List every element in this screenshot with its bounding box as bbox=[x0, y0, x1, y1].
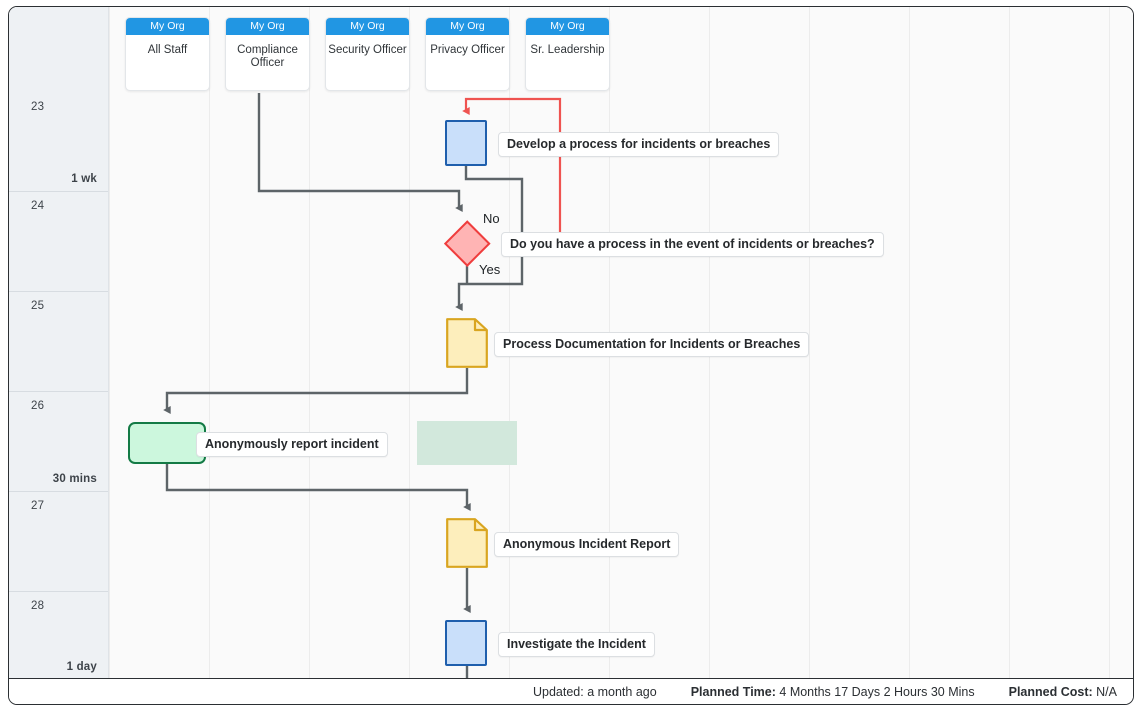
node-label-anon-report[interactable]: Anonymously report incident bbox=[196, 432, 388, 457]
node-label-anon-incident-rep[interactable]: Anonymous Incident Report bbox=[494, 532, 680, 557]
diagram-canvas[interactable]: 23 1 wk 24 25 26 30 mins 27 28 1 day My Org All S… bbox=[9, 7, 1133, 680]
gutter-row-number: 28 bbox=[31, 600, 45, 612]
flow-node-anon-incident-rep[interactable] bbox=[446, 518, 488, 568]
gutter-duration-label: 1 wk bbox=[71, 173, 97, 185]
planned-time-label: Planned Time: bbox=[690, 684, 776, 699]
time-gutter: 23 1 wk 24 25 26 30 mins 27 28 1 day bbox=[9, 7, 109, 680]
lane-header-card[interactable]: My Org All Staff bbox=[125, 17, 210, 91]
highlight-bar bbox=[417, 421, 517, 465]
lane-org-label: My Org bbox=[326, 18, 409, 35]
lane-role-label: All Staff bbox=[147, 44, 188, 56]
column-gridline bbox=[909, 7, 910, 680]
gutter-row-number: 27 bbox=[31, 500, 45, 512]
lane-org-label: My Org bbox=[526, 18, 609, 35]
updated-status: Updated: a month ago bbox=[533, 685, 657, 699]
column-gridline bbox=[409, 7, 410, 680]
diagram-frame: 23 1 wk 24 25 26 30 mins 27 28 1 day My Org All S… bbox=[8, 6, 1134, 705]
lane-org-label: My Org bbox=[126, 18, 209, 35]
node-label-investigate[interactable]: Investigate the Incident bbox=[498, 632, 655, 657]
process-flow-app: 23 1 wk 24 25 26 30 mins 27 28 1 day My Org All S… bbox=[0, 0, 1142, 713]
gutter-row: 26 30 mins bbox=[9, 392, 108, 492]
gutter-row: 27 bbox=[9, 492, 108, 592]
lane-role-label: Sr. Leadership bbox=[530, 44, 605, 56]
gutter-duration-label: 1 day bbox=[66, 661, 97, 673]
planned-time-status: Planned Time: 4 Months 17 Days 2 Hours 3… bbox=[691, 685, 975, 699]
lane-header-card[interactable]: My Org Privacy Officer bbox=[425, 17, 510, 91]
gutter-row-number: 23 bbox=[31, 101, 45, 113]
gutter-row: 28 1 day bbox=[9, 592, 108, 680]
gutter-row-number: 26 bbox=[31, 400, 45, 412]
planned-cost-value: N/A bbox=[1096, 684, 1117, 699]
lane-org-label: My Org bbox=[426, 18, 509, 35]
document-shape-icon bbox=[446, 318, 488, 368]
branch-label-yes: Yes bbox=[479, 262, 501, 277]
branch-label-no: No bbox=[483, 211, 500, 226]
column-gridline bbox=[109, 7, 110, 680]
status-bar: Updated: a month ago Planned Time: 4 Mon… bbox=[9, 678, 1133, 704]
planned-cost-label: Planned Cost: bbox=[1008, 684, 1093, 699]
column-gridline bbox=[809, 7, 810, 680]
column-gridline bbox=[1109, 7, 1110, 680]
node-label-develop-process[interactable]: Develop a process for incidents or breac… bbox=[498, 132, 780, 157]
flow-node-develop-process[interactable] bbox=[445, 120, 487, 166]
lane-header-card[interactable]: My Org Compliance Officer bbox=[225, 17, 310, 91]
gutter-row: 23 1 wk bbox=[9, 93, 108, 192]
flow-node-anon-report[interactable] bbox=[128, 422, 206, 464]
gutter-row-number: 25 bbox=[31, 300, 45, 312]
planned-time-value: 4 Months 17 Days 2 Hours 30 Mins bbox=[779, 684, 975, 699]
node-label-decision-process[interactable]: Do you have a process in the event of in… bbox=[501, 232, 884, 257]
column-gridline bbox=[209, 7, 210, 680]
decision-diamond-icon bbox=[444, 220, 490, 266]
updated-value: a month ago bbox=[587, 684, 657, 699]
gutter-row-number: 24 bbox=[31, 200, 45, 212]
lane-role-label: Privacy Officer bbox=[430, 44, 505, 56]
flow-node-process-doc[interactable] bbox=[446, 318, 488, 368]
gutter-duration-label: 30 mins bbox=[52, 473, 97, 485]
lane-role-label: Security Officer bbox=[328, 44, 407, 56]
lane-org-label: My Org bbox=[226, 18, 309, 35]
updated-label: Updated: bbox=[532, 684, 584, 699]
flow-node-investigate[interactable] bbox=[445, 620, 487, 666]
column-gridline bbox=[1009, 7, 1010, 680]
gutter-row: 24 bbox=[9, 192, 108, 292]
lane-header-card[interactable]: My Org Sr. Leadership bbox=[525, 17, 610, 91]
planned-cost-status: Planned Cost: N/A bbox=[1009, 685, 1117, 699]
lane-header-card[interactable]: My Org Security Officer bbox=[325, 17, 410, 91]
flow-node-decision-process[interactable] bbox=[444, 220, 490, 266]
lane-role-label: Compliance Officer bbox=[237, 44, 298, 69]
column-gridline bbox=[309, 7, 310, 680]
document-shape-icon bbox=[446, 518, 488, 568]
gutter-row: 25 bbox=[9, 292, 108, 392]
node-label-process-doc[interactable]: Process Documentation for Incidents or B… bbox=[494, 332, 810, 357]
